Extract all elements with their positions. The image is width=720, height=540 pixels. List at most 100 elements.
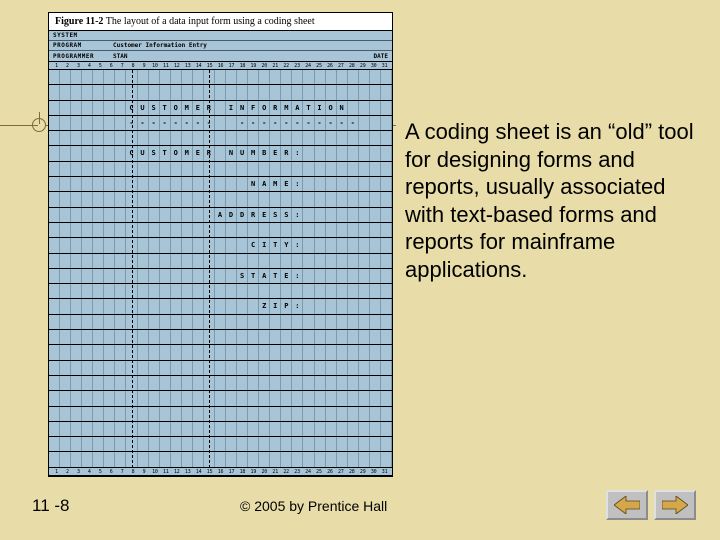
grid-cell (281, 452, 292, 466)
grid-cell (160, 70, 171, 84)
grid-cell (303, 376, 314, 390)
prev-button[interactable] (606, 490, 648, 520)
grid-cell: - (337, 116, 348, 130)
grid-cell (337, 223, 348, 237)
grid-cell (215, 70, 226, 84)
grid-cell (259, 330, 270, 344)
grid-cell (348, 315, 359, 329)
grid-cell (82, 407, 93, 421)
grid-cell (71, 254, 82, 268)
grid-cell (115, 131, 126, 145)
next-button[interactable] (654, 490, 696, 520)
grid-cell (248, 330, 259, 344)
grid-cell (226, 284, 237, 298)
grid-cell (326, 452, 337, 466)
grid-cell (193, 345, 204, 359)
ruler-tick: 15 (204, 63, 215, 69)
grid-cell (104, 192, 115, 206)
grid-cell (237, 85, 248, 99)
grid-cell (326, 70, 337, 84)
grid-cell: A (292, 101, 303, 115)
ruler-tick: 20 (259, 63, 270, 69)
grid-cell (370, 131, 381, 145)
grid-cell (60, 437, 71, 451)
grid-cell (82, 422, 93, 436)
grid-cell (359, 407, 370, 421)
grid-cell (270, 422, 281, 436)
grid-cell (315, 192, 326, 206)
grid-cell (215, 284, 226, 298)
grid-cell (138, 177, 149, 191)
grid-cell (138, 422, 149, 436)
ruler-tick: 7 (117, 469, 128, 475)
grid-cell (149, 330, 160, 344)
grid-cell (93, 162, 104, 176)
ruler-tick: 14 (193, 469, 204, 475)
grid-cell (193, 315, 204, 329)
grid-cell (337, 376, 348, 390)
grid-cell (348, 452, 359, 466)
grid-cell (149, 70, 160, 84)
grid-cell (138, 407, 149, 421)
grid-cell (160, 269, 171, 283)
grid-cell (182, 192, 193, 206)
grid-cell (71, 146, 82, 160)
grid-cell (370, 208, 381, 222)
grid-cell (370, 192, 381, 206)
grid-cell (281, 162, 292, 176)
grid-cell (115, 299, 126, 313)
grid-cell: E (259, 208, 270, 222)
grid-cell (93, 223, 104, 237)
grid-cell (359, 269, 370, 283)
grid-cell (303, 330, 314, 344)
grid-cell (370, 177, 381, 191)
grid-cell (93, 101, 104, 115)
grid-cell (82, 177, 93, 191)
grid-cell (193, 131, 204, 145)
grid-cell (259, 452, 270, 466)
grid-cell (104, 116, 115, 130)
grid-cell: : (292, 146, 303, 160)
grid-cell (248, 345, 259, 359)
grid-cell: R (248, 208, 259, 222)
grid-cell (149, 422, 160, 436)
grid-cell: N (337, 101, 348, 115)
grid-cell (292, 85, 303, 99)
grid-cell (237, 70, 248, 84)
grid-cell (138, 452, 149, 466)
ruler-tick: 2 (62, 469, 73, 475)
grid-cell (259, 437, 270, 451)
grid-cell (326, 162, 337, 176)
program-label: PROGRAM (53, 42, 113, 49)
grid-cell (359, 177, 370, 191)
grid-cell (270, 345, 281, 359)
grid-cell: - (348, 116, 359, 130)
coding-sheet-ruler-top: 1234567891011121314151617181920212223242… (49, 62, 392, 70)
grid-cell (104, 177, 115, 191)
grid-cell (292, 254, 303, 268)
grid-cell (160, 407, 171, 421)
grid-cell (348, 269, 359, 283)
ruler-tick: 1 (51, 469, 62, 475)
grid-cell (248, 315, 259, 329)
ruler-tick: 29 (357, 63, 368, 69)
grid-cell (93, 85, 104, 99)
grid-cell: T (160, 146, 171, 160)
ruler-tick: 17 (226, 469, 237, 475)
grid-cell (82, 345, 93, 359)
grid-cell (60, 284, 71, 298)
grid-cell (182, 254, 193, 268)
grid-cell (270, 391, 281, 405)
ruler-tick: 25 (314, 63, 325, 69)
grid-cell (49, 192, 60, 206)
grid-cell (82, 238, 93, 252)
grid-cell (337, 269, 348, 283)
grid-cell: F (248, 101, 259, 115)
grid-cell (370, 85, 381, 99)
grid-cell (270, 70, 281, 84)
grid-cell: D (237, 208, 248, 222)
grid-cell (60, 376, 71, 390)
grid-cell (182, 330, 193, 344)
grid-cell (115, 269, 126, 283)
grid-cell (381, 131, 392, 145)
